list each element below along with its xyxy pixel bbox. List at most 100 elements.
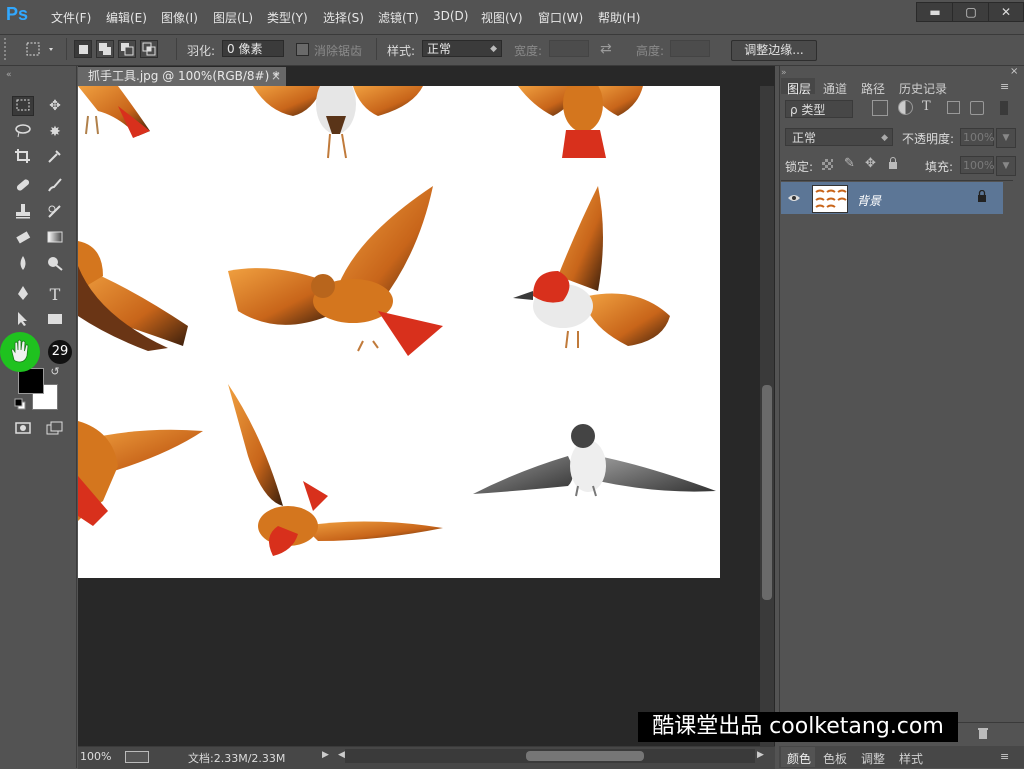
menu-help[interactable]: 帮助(H) [598, 9, 640, 26]
magic-wand-tool[interactable]: ✸ [44, 122, 66, 142]
height-label: 高度: [636, 44, 665, 58]
menu-edit[interactable]: 编辑(E) [106, 9, 147, 26]
swap-colors-button[interactable]: ↺ [44, 362, 66, 382]
menu-type[interactable]: 类型(Y) [267, 9, 308, 26]
screen-mode-button[interactable] [44, 420, 66, 440]
brush-tool[interactable] [44, 177, 66, 197]
filter-toggle[interactable] [1000, 101, 1008, 115]
dodge-tool[interactable] [44, 255, 66, 275]
history-brush-icon [48, 205, 61, 218]
new-selection-button[interactable] [74, 40, 92, 58]
status-preview-icon[interactable] [125, 751, 149, 763]
opacity-input[interactable]: 100% [960, 128, 994, 146]
filter-type-icon[interactable]: T [922, 99, 931, 114]
lasso-tool[interactable] [12, 122, 34, 142]
eyedropper-tool[interactable] [44, 148, 66, 168]
menu-file[interactable]: 文件(F) [51, 9, 91, 26]
vertical-scrollbar-thumb[interactable] [762, 385, 772, 600]
add-selection-button[interactable] [96, 40, 114, 58]
menu-filter[interactable]: 滤镜(T) [378, 9, 419, 26]
collapse-toolbar-icon[interactable]: « [6, 70, 12, 80]
layer-filter-select[interactable]: ρ 类型 [785, 100, 853, 118]
eraser-tool[interactable] [12, 229, 34, 249]
close-panel-icon[interactable]: × [1010, 66, 1018, 77]
fill-label: 填充: [925, 160, 954, 174]
blur-tool[interactable] [12, 255, 34, 275]
image-canvas[interactable] [78, 86, 720, 578]
panel-menu-icon[interactable]: ≡ [1000, 80, 1009, 93]
status-menu-arrow-icon[interactable]: ▶ [322, 750, 329, 760]
layer-visibility-toggle[interactable] [787, 192, 801, 202]
lock-image-icon[interactable]: ✎ [844, 156, 855, 171]
width-input[interactable] [549, 40, 589, 57]
menu-3d[interactable]: 3D(D) [433, 9, 468, 23]
menu-layer[interactable]: 图层(L) [213, 9, 253, 26]
tab-adjustments[interactable]: 调整 [861, 750, 885, 767]
healing-brush-tool[interactable] [12, 177, 34, 197]
lock-all-icon[interactable] [888, 157, 898, 169]
horizontal-scrollbar-thumb[interactable] [526, 751, 644, 761]
tab-history[interactable]: 历史记录 [899, 80, 947, 97]
select-arrow-icon: ◆ [881, 133, 888, 143]
gradient-tool[interactable] [44, 229, 66, 249]
minimize-button[interactable]: ▬ [916, 2, 954, 22]
fill-dropdown-icon[interactable]: ▼ [996, 156, 1016, 176]
rectangular-marquee-tool[interactable] [12, 96, 34, 116]
new-selection-icon [79, 45, 88, 54]
scroll-right-icon[interactable]: ▶ [757, 750, 764, 760]
tab-swatches[interactable]: 色板 [823, 750, 847, 767]
clone-stamp-tool[interactable] [12, 203, 34, 223]
tab-styles[interactable]: 样式 [899, 750, 923, 767]
color-panel-menu-icon[interactable]: ≡ [1000, 750, 1009, 763]
pen-tool[interactable] [12, 285, 34, 305]
collapse-panel-icon[interactable]: » [781, 68, 787, 78]
zoom-level[interactable]: 100% [80, 750, 111, 763]
intersect-selection-button[interactable] [140, 40, 158, 58]
feather-input[interactable]: 0 像素 [222, 40, 284, 57]
magic-wand-icon: ✸ [49, 124, 61, 140]
filter-smartobject-icon[interactable] [970, 101, 984, 115]
hand-tool-highlight[interactable] [0, 332, 40, 372]
menu-window[interactable]: 窗口(W) [538, 9, 583, 26]
menu-image[interactable]: 图像(I) [161, 9, 198, 26]
antialias-checkbox[interactable] [296, 43, 309, 56]
crop-tool[interactable] [12, 148, 34, 168]
lock-position-icon[interactable]: ✥ [865, 156, 876, 171]
type-tool[interactable]: T [44, 285, 66, 305]
tab-paths[interactable]: 路径 [861, 80, 885, 97]
maximize-button[interactable]: ▢ [952, 2, 990, 22]
quick-mask-button[interactable] [12, 420, 34, 440]
delete-layer-button[interactable] [976, 726, 990, 740]
refine-edge-button[interactable]: 调整边缘... [731, 40, 817, 61]
opacity-dropdown-icon[interactable]: ▼ [996, 128, 1016, 148]
document-tab[interactable]: 抓手工具.jpg @ 100%(RGB/8#) * × [78, 67, 286, 86]
lock-transparent-icon[interactable] [822, 159, 833, 170]
move-tool[interactable]: ✥ [44, 96, 66, 116]
filter-pixel-icon[interactable] [872, 100, 888, 116]
filter-adjustment-icon[interactable] [898, 100, 913, 115]
close-button[interactable]: ✕ [988, 2, 1024, 22]
bird-right-middle [513, 186, 670, 349]
height-input[interactable] [670, 40, 710, 57]
menu-view[interactable]: 视图(V) [481, 9, 523, 26]
options-grip[interactable] [4, 38, 12, 60]
tool-preset-picker[interactable] [24, 40, 58, 58]
scroll-left-icon[interactable]: ◀ [338, 750, 345, 760]
menu-select[interactable]: 选择(S) [323, 9, 364, 26]
subtract-selection-button[interactable] [118, 40, 136, 58]
style-select[interactable]: 正常 ◆ [422, 40, 502, 57]
tab-layers[interactable]: 图层 [787, 80, 811, 97]
blend-mode-select[interactable]: 正常 ◆ [785, 128, 893, 146]
history-brush-tool[interactable] [44, 203, 66, 223]
document-close-icon[interactable]: × [271, 67, 281, 86]
rectangle-tool[interactable] [44, 311, 66, 331]
layer-name[interactable]: 背景 [857, 192, 881, 209]
fill-input[interactable]: 100% [960, 156, 994, 174]
pen-icon [18, 286, 28, 300]
tab-color[interactable]: 颜色 [787, 750, 811, 767]
swap-dimensions-icon[interactable]: ⇄ [600, 40, 620, 58]
default-colors-button[interactable] [14, 398, 26, 410]
tab-channels[interactable]: 通道 [823, 80, 847, 97]
filter-shape-icon[interactable] [947, 101, 960, 114]
path-selection-tool[interactable] [12, 311, 34, 331]
